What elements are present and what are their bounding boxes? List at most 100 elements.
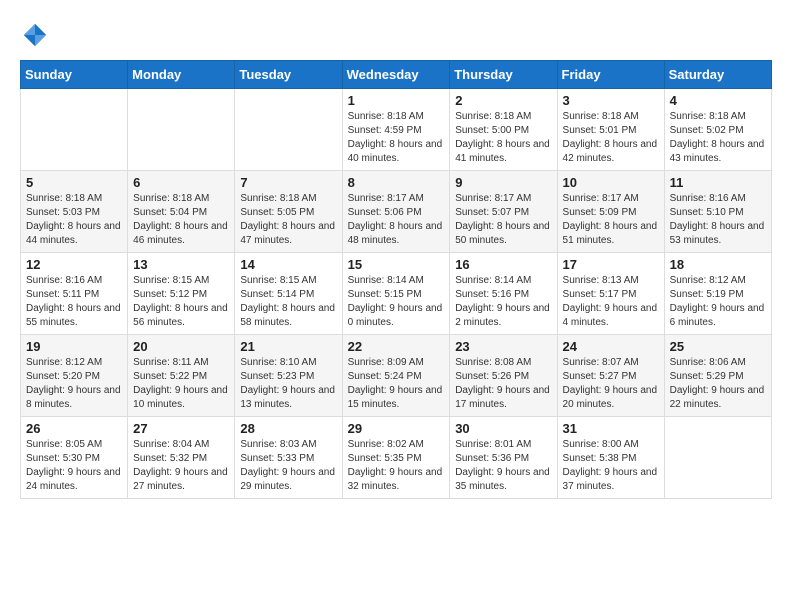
day-info: Sunrise: 8:10 AM Sunset: 5:23 PM Dayligh…	[240, 356, 336, 412]
calendar-cell: 24 Sunrise: 8:07 AM Sunset: 5:27 PM Dayli…	[557, 335, 664, 417]
day-info: Sunrise: 8:16 AM Sunset: 5:11 PM Dayligh…	[26, 274, 122, 330]
day-info: Sunrise: 8:01 AM Sunset: 5:36 PM Dayligh…	[455, 438, 551, 494]
day-number: 24	[563, 339, 659, 354]
day-number: 20	[133, 339, 229, 354]
day-number: 8	[348, 175, 445, 190]
calendar-cell: 21 Sunrise: 8:10 AM Sunset: 5:23 PM Dayli…	[235, 335, 342, 417]
day-number: 15	[348, 257, 445, 272]
day-number: 16	[455, 257, 551, 272]
day-number: 22	[348, 339, 445, 354]
week-row-1: 1Sunrise: 8:18 AM Sunset: 4:59 PM Daylig…	[21, 89, 772, 171]
day-number: 28	[240, 421, 336, 436]
day-number: 5	[26, 175, 122, 190]
day-number: 14	[240, 257, 336, 272]
calendar-cell: 6Sunrise: 8:18 AM Sunset: 5:04 PM Daylig…	[128, 171, 235, 253]
day-info: Sunrise: 8:18 AM Sunset: 5:00 PM Dayligh…	[455, 110, 551, 166]
calendar-cell: 28 Sunrise: 8:03 AM Sunset: 5:33 PM Dayli…	[235, 417, 342, 499]
day-info: Sunrise: 8:18 AM Sunset: 5:01 PM Dayligh…	[563, 110, 659, 166]
calendar-cell: 30 Sunrise: 8:01 AM Sunset: 5:36 PM Dayli…	[450, 417, 557, 499]
calendar-cell: 12 Sunrise: 8:16 AM Sunset: 5:11 PM Dayli…	[21, 253, 128, 335]
weekday-header-thursday: Thursday	[450, 61, 557, 89]
day-info: Sunrise: 8:17 AM Sunset: 5:07 PM Dayligh…	[455, 192, 551, 248]
calendar-cell: 14 Sunrise: 8:15 AM Sunset: 5:14 PM Dayli…	[235, 253, 342, 335]
day-info: Sunrise: 8:13 AM Sunset: 5:17 PM Dayligh…	[563, 274, 659, 330]
day-number: 9	[455, 175, 551, 190]
day-info: Sunrise: 8:14 AM Sunset: 5:15 PM Dayligh…	[348, 274, 445, 330]
day-info: Sunrise: 8:14 AM Sunset: 5:16 PM Dayligh…	[455, 274, 551, 330]
day-info: Sunrise: 8:11 AM Sunset: 5:22 PM Dayligh…	[133, 356, 229, 412]
day-number: 31	[563, 421, 659, 436]
day-info: Sunrise: 8:18 AM Sunset: 5:03 PM Dayligh…	[26, 192, 122, 248]
calendar-cell: 9 Sunrise: 8:17 AM Sunset: 5:07 PM Daylig…	[450, 171, 557, 253]
day-info: Sunrise: 8:12 AM Sunset: 5:20 PM Dayligh…	[26, 356, 122, 412]
day-number: 30	[455, 421, 551, 436]
calendar-cell: 7 Sunrise: 8:18 AM Sunset: 5:05 PM Daylig…	[235, 171, 342, 253]
calendar-cell: 16 Sunrise: 8:14 AM Sunset: 5:16 PM Dayli…	[450, 253, 557, 335]
weekday-header-monday: Monday	[128, 61, 235, 89]
calendar-cell: 18 Sunrise: 8:12 AM Sunset: 5:19 PM Dayli…	[664, 253, 771, 335]
weekday-header-saturday: Saturday	[664, 61, 771, 89]
day-info: Sunrise: 8:16 AM Sunset: 5:10 PM Dayligh…	[670, 192, 766, 248]
day-info: Sunrise: 8:18 AM Sunset: 4:59 PM Dayligh…	[348, 110, 445, 166]
week-row-5: 26 Sunrise: 8:05 AM Sunset: 5:30 PM Dayli…	[21, 417, 772, 499]
day-info: Sunrise: 8:15 AM Sunset: 5:14 PM Dayligh…	[240, 274, 336, 330]
day-number: 29	[348, 421, 445, 436]
day-info: Sunrise: 8:02 AM Sunset: 5:35 PM Dayligh…	[348, 438, 445, 494]
calendar-cell: 27Sunrise: 8:04 AM Sunset: 5:32 PM Dayli…	[128, 417, 235, 499]
day-number: 3	[563, 93, 659, 108]
calendar-cell	[128, 89, 235, 171]
calendar-cell: 25 Sunrise: 8:06 AM Sunset: 5:29 PM Dayli…	[664, 335, 771, 417]
calendar-cell: 15 Sunrise: 8:14 AM Sunset: 5:15 PM Dayli…	[342, 253, 450, 335]
calendar: SundayMondayTuesdayWednesdayThursdayFrid…	[20, 60, 772, 499]
page: SundayMondayTuesdayWednesdayThursdayFrid…	[0, 0, 792, 509]
logo-icon	[20, 20, 50, 50]
day-info: Sunrise: 8:18 AM Sunset: 5:05 PM Dayligh…	[240, 192, 336, 248]
calendar-cell: 8Sunrise: 8:17 AM Sunset: 5:06 PM Daylig…	[342, 171, 450, 253]
weekday-header-row: SundayMondayTuesdayWednesdayThursdayFrid…	[21, 61, 772, 89]
day-number: 25	[670, 339, 766, 354]
day-info: Sunrise: 8:00 AM Sunset: 5:38 PM Dayligh…	[563, 438, 659, 494]
week-row-2: 5 Sunrise: 8:18 AM Sunset: 5:03 PM Daylig…	[21, 171, 772, 253]
day-info: Sunrise: 8:17 AM Sunset: 5:09 PM Dayligh…	[563, 192, 659, 248]
calendar-cell: 29 Sunrise: 8:02 AM Sunset: 5:35 PM Dayli…	[342, 417, 450, 499]
calendar-cell: 17 Sunrise: 8:13 AM Sunset: 5:17 PM Dayli…	[557, 253, 664, 335]
calendar-cell	[21, 89, 128, 171]
header	[20, 20, 772, 50]
calendar-cell: 3 Sunrise: 8:18 AM Sunset: 5:01 PM Daylig…	[557, 89, 664, 171]
calendar-cell: 19Sunrise: 8:12 AM Sunset: 5:20 PM Dayli…	[21, 335, 128, 417]
day-info: Sunrise: 8:18 AM Sunset: 5:04 PM Dayligh…	[133, 192, 229, 248]
day-info: Sunrise: 8:08 AM Sunset: 5:26 PM Dayligh…	[455, 356, 551, 412]
calendar-cell	[235, 89, 342, 171]
day-info: Sunrise: 8:15 AM Sunset: 5:12 PM Dayligh…	[133, 274, 229, 330]
day-number: 23	[455, 339, 551, 354]
day-number: 13	[133, 257, 229, 272]
day-info: Sunrise: 8:05 AM Sunset: 5:30 PM Dayligh…	[26, 438, 122, 494]
calendar-cell: 20 Sunrise: 8:11 AM Sunset: 5:22 PM Dayli…	[128, 335, 235, 417]
day-number: 21	[240, 339, 336, 354]
calendar-cell: 22 Sunrise: 8:09 AM Sunset: 5:24 PM Dayli…	[342, 335, 450, 417]
day-info: Sunrise: 8:12 AM Sunset: 5:19 PM Dayligh…	[670, 274, 766, 330]
day-number: 18	[670, 257, 766, 272]
calendar-cell: 11Sunrise: 8:16 AM Sunset: 5:10 PM Dayli…	[664, 171, 771, 253]
day-info: Sunrise: 8:06 AM Sunset: 5:29 PM Dayligh…	[670, 356, 766, 412]
calendar-cell: 13 Sunrise: 8:15 AM Sunset: 5:12 PM Dayli…	[128, 253, 235, 335]
day-number: 12	[26, 257, 122, 272]
calendar-cell: 5 Sunrise: 8:18 AM Sunset: 5:03 PM Daylig…	[21, 171, 128, 253]
day-number: 7	[240, 175, 336, 190]
day-info: Sunrise: 8:09 AM Sunset: 5:24 PM Dayligh…	[348, 356, 445, 412]
day-number: 17	[563, 257, 659, 272]
calendar-cell: 31 Sunrise: 8:00 AM Sunset: 5:38 PM Dayli…	[557, 417, 664, 499]
calendar-cell: 10Sunrise: 8:17 AM Sunset: 5:09 PM Dayli…	[557, 171, 664, 253]
day-number: 4	[670, 93, 766, 108]
calendar-cell: 1Sunrise: 8:18 AM Sunset: 4:59 PM Daylig…	[342, 89, 450, 171]
weekday-header-sunday: Sunday	[21, 61, 128, 89]
day-info: Sunrise: 8:03 AM Sunset: 5:33 PM Dayligh…	[240, 438, 336, 494]
day-number: 26	[26, 421, 122, 436]
calendar-cell	[664, 417, 771, 499]
day-info: Sunrise: 8:07 AM Sunset: 5:27 PM Dayligh…	[563, 356, 659, 412]
weekday-header-tuesday: Tuesday	[235, 61, 342, 89]
week-row-4: 19Sunrise: 8:12 AM Sunset: 5:20 PM Dayli…	[21, 335, 772, 417]
day-info: Sunrise: 8:18 AM Sunset: 5:02 PM Dayligh…	[670, 110, 766, 166]
weekday-header-friday: Friday	[557, 61, 664, 89]
day-number: 27	[133, 421, 229, 436]
